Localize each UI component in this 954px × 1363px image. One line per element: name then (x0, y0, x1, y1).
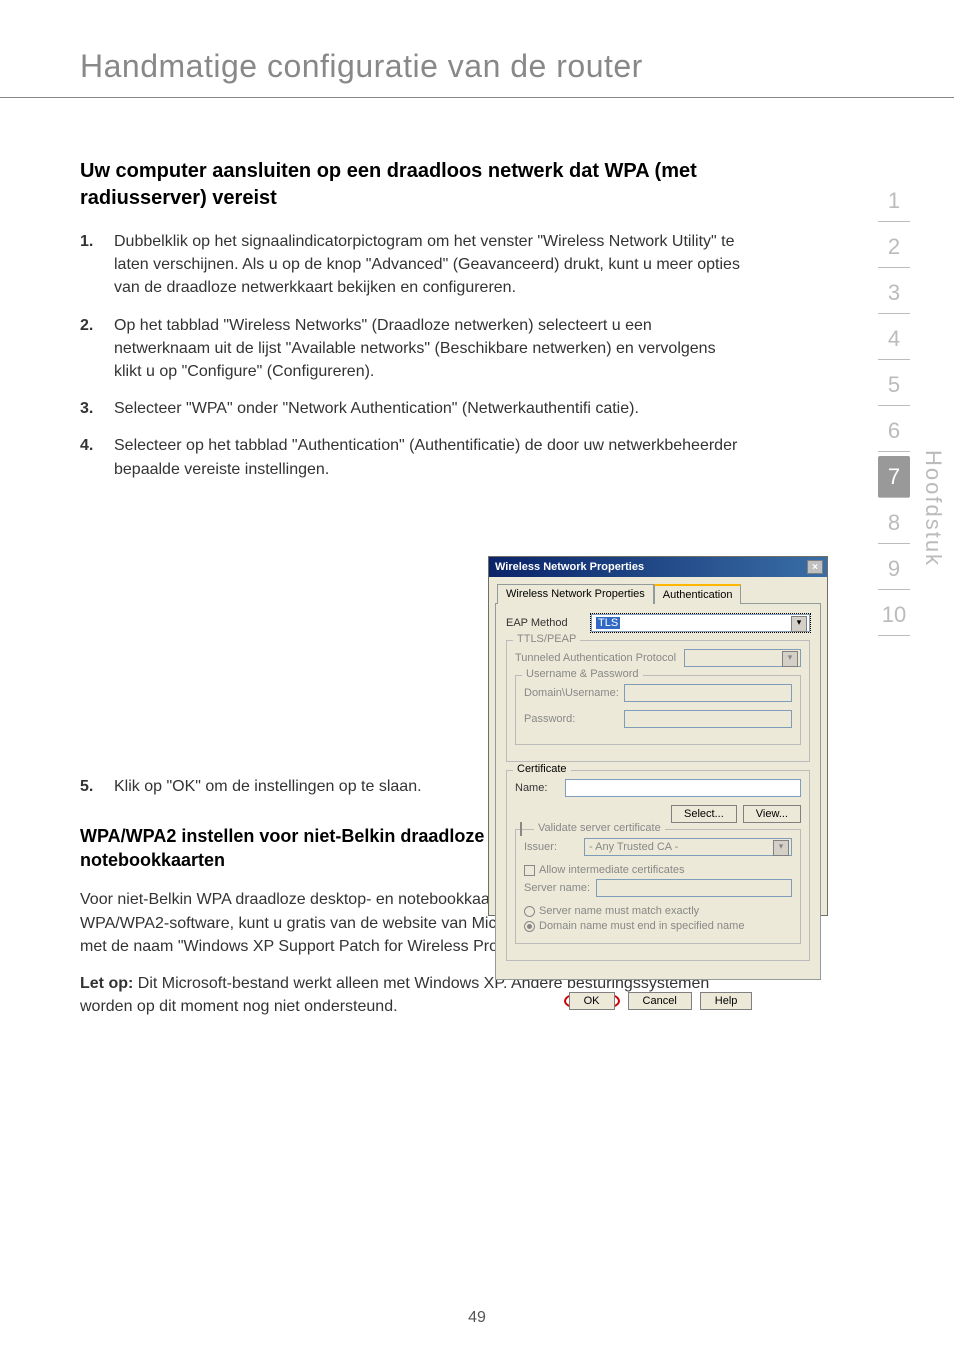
step-num: 1. (80, 230, 114, 300)
step-3: 3. Selecteer "WPA" onder "Network Authen… (80, 397, 740, 420)
view-button[interactable]: View... (743, 805, 801, 823)
dialog-tabs: Wireless Network Properties Authenticati… (489, 577, 827, 603)
step-num: 4. (80, 434, 114, 480)
nav-9: 9 (878, 548, 910, 590)
allow-label: Allow intermediate certificates (539, 864, 685, 876)
nav-8: 8 (878, 502, 910, 544)
radio-icon (524, 921, 535, 932)
cert-name-input[interactable] (565, 779, 801, 797)
step-1: 1. Dubbelklik op het signaalindicatorpic… (80, 230, 740, 300)
dialog-buttons: OK Cancel Help (489, 986, 827, 1016)
username-password-group: Username & Password Domain\Username: Pas… (515, 675, 801, 745)
close-icon[interactable]: × (807, 560, 823, 574)
nav-4: 4 (878, 318, 910, 360)
tab-authentication[interactable]: Authentication (654, 584, 742, 604)
radio-icon (524, 906, 535, 917)
step-2: 2. Op het tabblad "Wireless Networks" (D… (80, 314, 740, 384)
ttls-group-title: TTLS/PEAP (513, 633, 580, 645)
domain-label: Domain\Username: (524, 687, 624, 699)
ok-button[interactable]: OK (569, 992, 615, 1010)
step-text: Selecteer "WPA" onder "Network Authentic… (114, 397, 740, 420)
nav-7-active: 7 (878, 456, 910, 498)
password-label: Password: (524, 713, 624, 725)
wireless-properties-dialog: Wireless Network Properties × Wireless N… (488, 556, 828, 916)
cert-name-label: Name: (515, 782, 565, 794)
cert-group-title: Certificate (513, 763, 571, 775)
radio-domain: Domain name must end in specified name (524, 920, 792, 932)
dialog-titlebar: Wireless Network Properties × (489, 557, 827, 577)
chapter-label: Hoofdstuk (920, 450, 946, 567)
cancel-button[interactable]: Cancel (628, 992, 692, 1010)
radio-label: Server name must match exactly (539, 905, 699, 917)
nav-1: 1 (878, 180, 910, 222)
allow-intermediate-row: Allow intermediate certificates (524, 864, 792, 876)
eap-value: TLS (596, 617, 620, 629)
issuer-label: Issuer: (524, 841, 584, 853)
password-input (624, 710, 792, 728)
server-name-label: Server name: (524, 882, 596, 894)
server-name-input (596, 879, 792, 897)
nav-5: 5 (878, 364, 910, 406)
tunneled-label: Tunneled Authentication Protocol (515, 652, 676, 664)
radio-exact: Server name must match exactly (524, 905, 792, 917)
dialog-body: EAP Method TLS TTLS/PEAP Tunneled Authen… (495, 603, 821, 980)
tunneled-select (684, 649, 801, 667)
step-text: Op het tabblad "Wireless Networks" (Draa… (114, 314, 740, 384)
step-num: 2. (80, 314, 114, 384)
issuer-select: - Any Trusted CA - (584, 838, 792, 856)
step-num: 5. (80, 775, 114, 798)
section-title: Uw computer aansluiten op een draadloos … (80, 158, 740, 212)
tab-wireless-properties[interactable]: Wireless Network Properties (497, 584, 654, 604)
ttls-peap-group: TTLS/PEAP Tunneled Authentication Protoc… (506, 640, 810, 762)
nav-3: 3 (878, 272, 910, 314)
ok-highlight: OK (564, 992, 620, 1010)
domain-input (624, 684, 792, 702)
help-button[interactable]: Help (700, 992, 753, 1010)
eap-method-label: EAP Method (506, 617, 591, 629)
page-title: Handmatige configuratie van de router (0, 0, 954, 98)
nav-10: 10 (878, 594, 910, 636)
radio-label: Domain name must end in specified name (539, 920, 744, 932)
validate-group: Validate server certificate Issuer: - An… (515, 829, 801, 944)
validate-checkbox[interactable] (520, 822, 522, 836)
nav-6: 6 (878, 410, 910, 452)
select-button[interactable]: Select... (671, 805, 737, 823)
validate-title: Validate server certificate (534, 822, 665, 834)
step-text: Selecteer op het tabblad "Authentication… (114, 434, 740, 480)
allow-checkbox (524, 865, 535, 876)
chapter-nav: 1 2 3 4 5 6 7 8 9 10 Hoofdstuk (878, 180, 910, 640)
page-number: 49 (0, 1309, 954, 1327)
certificate-group: Certificate Name: Select... View... Vali… (506, 770, 810, 961)
issuer-value: - Any Trusted CA - (589, 841, 678, 853)
step-num: 3. (80, 397, 114, 420)
dialog-title-text: Wireless Network Properties (495, 561, 644, 573)
step-text: Dubbelklik op het signaalindicatorpictog… (114, 230, 740, 300)
step-4: 4. Selecteer op het tabblad "Authenticat… (80, 434, 740, 480)
nav-2: 2 (878, 226, 910, 268)
note-bold: Let op: (80, 975, 133, 992)
up-group-title: Username & Password (522, 668, 643, 680)
eap-method-select[interactable]: TLS (591, 614, 810, 632)
